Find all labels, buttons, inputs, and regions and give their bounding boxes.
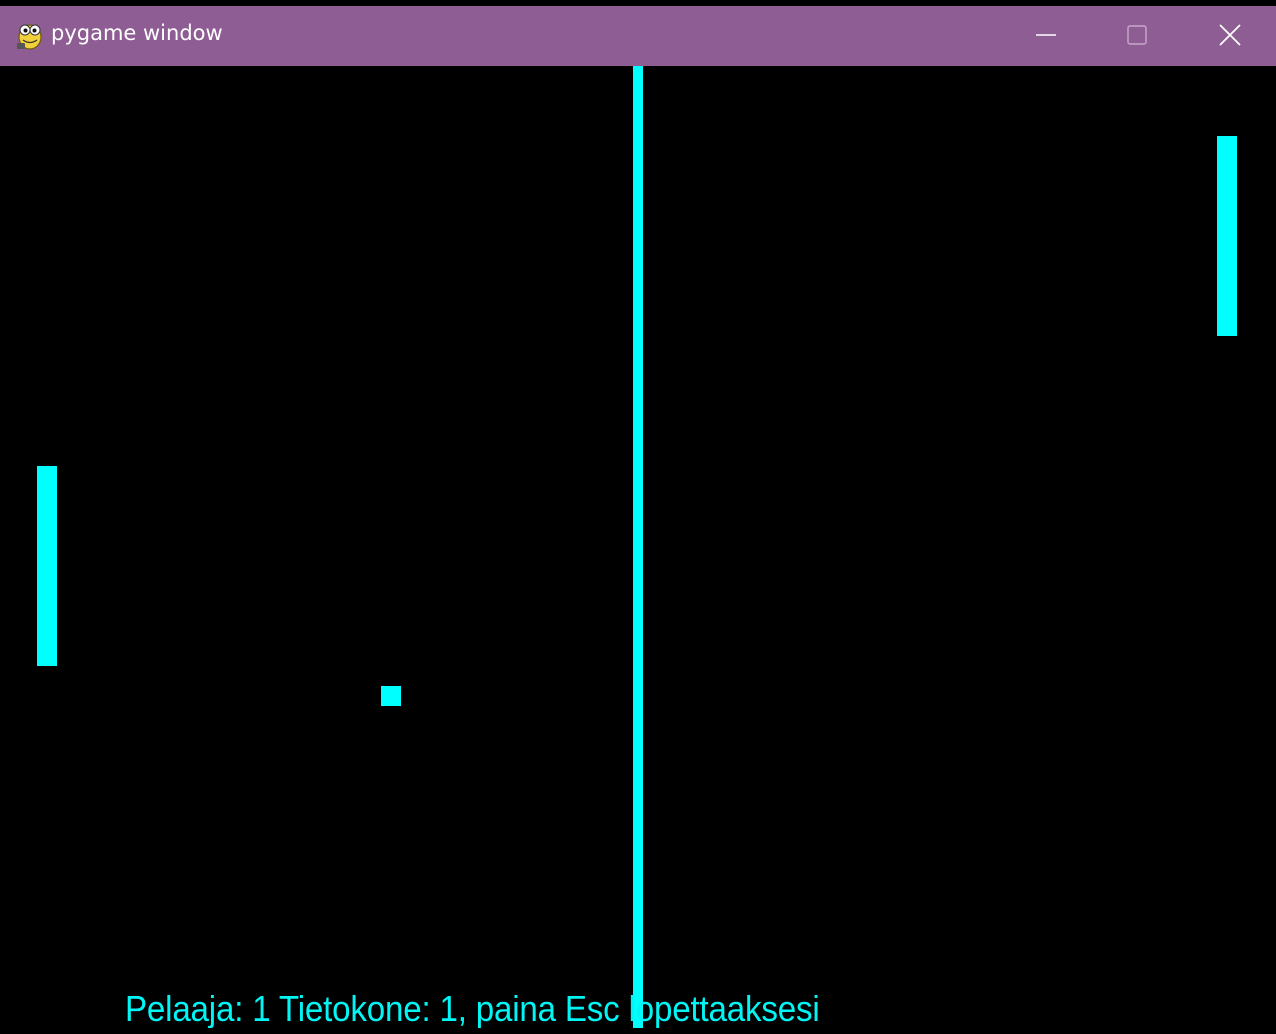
minimize-button[interactable] (1011, 6, 1081, 64)
window-title: pygame window (51, 21, 223, 45)
player-paddle (37, 466, 57, 666)
center-net (633, 66, 643, 1034)
score-status-text: Pelaaja: 1 Tietokone: 1, paina Esc lopet… (125, 988, 820, 1029)
minimize-icon (1036, 34, 1056, 36)
close-button[interactable] (1195, 6, 1265, 64)
computer-paddle (1217, 136, 1237, 336)
pygame-snake-icon (17, 24, 42, 50)
window-bottom-edge (0, 1028, 1276, 1034)
game-canvas[interactable]: Pelaaja: 1 Tietokone: 1, paina Esc lopet… (0, 66, 1276, 1034)
pygame-window: pygame window Pelaaja: 1 Tietokone: 1, p… (0, 0, 1276, 1034)
ball (381, 686, 401, 706)
title-bar[interactable]: pygame window (0, 6, 1276, 66)
maximize-icon (1127, 25, 1147, 45)
maximize-button[interactable] (1102, 6, 1172, 64)
close-icon (1219, 24, 1241, 46)
